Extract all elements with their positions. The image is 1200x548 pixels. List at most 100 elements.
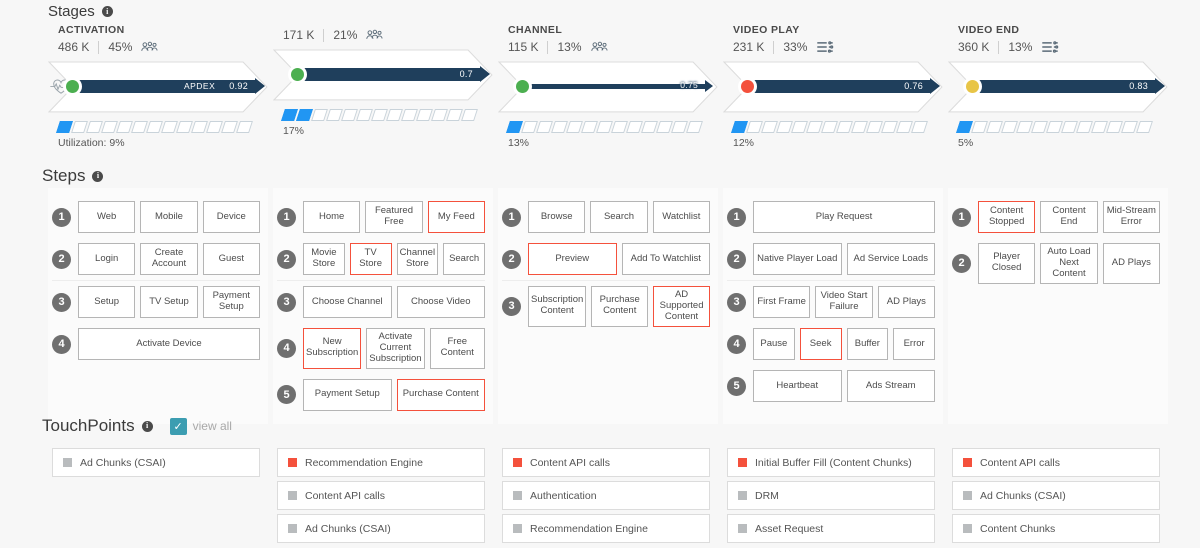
step-button[interactable]: Purchase Content — [396, 378, 485, 411]
step-button[interactable]: Seek — [799, 328, 842, 360]
touchpoint-status-swatch — [288, 491, 297, 500]
step-button-group: Subscription Content Purchase Content AD S… — [528, 286, 710, 327]
step-button[interactable]: Auto Load Next Content — [1040, 243, 1098, 284]
utilization-label: 13% — [508, 137, 530, 149]
stage-status-dot — [516, 79, 529, 93]
step-button[interactable]: Purchase Content — [591, 286, 649, 327]
step-button[interactable]: Heartbeat — [753, 370, 842, 402]
stage-apdex-chevron: APDEX 0.92 — [48, 61, 268, 113]
view-all-checkbox[interactable]: ✓ — [169, 417, 187, 435]
info-icon[interactable]: i — [101, 6, 113, 17]
apdex-bar: 0.83 — [976, 79, 1156, 93]
step-number: 1 — [952, 207, 971, 227]
touchpoint-item[interactable]: Content API calls — [502, 448, 710, 477]
step-button[interactable]: Search — [443, 243, 485, 275]
step-button[interactable]: Login — [78, 243, 136, 275]
touchpoint-item[interactable]: Recommendation Engine — [277, 448, 485, 477]
step-number: 4 — [52, 334, 71, 354]
stage-percent: 33% — [783, 40, 808, 54]
touchpoint-item[interactable]: Ad Chunks (CSAI) — [277, 514, 485, 543]
info-icon[interactable]: i — [141, 420, 153, 432]
step-button[interactable]: New Subscription — [303, 328, 362, 369]
touchpoints-panel-discovery: Recommendation Engine Content API calls … — [273, 448, 493, 543]
utilization-bars — [956, 121, 1168, 133]
step-row: 1 Home Featured Free My Feed — [277, 196, 485, 238]
touchpoint-status-swatch — [288, 524, 297, 533]
step-button[interactable]: Setup — [78, 286, 136, 318]
step-button[interactable]: Content Stopped — [978, 201, 1036, 233]
step-button[interactable]: Movie Store — [303, 243, 345, 275]
step-button[interactable]: My Feed — [427, 201, 485, 233]
step-button[interactable]: Choose Channel — [303, 286, 392, 318]
touchpoint-item[interactable]: Content API calls — [952, 448, 1160, 477]
step-button[interactable]: Mid-Stream Error — [1102, 201, 1160, 233]
apdex-row: 0.75 — [516, 78, 706, 94]
stage-apdex-chevron: 0.75 — [498, 61, 718, 113]
step-button[interactable]: Browse — [528, 201, 586, 233]
step-button[interactable]: AD Plays — [1102, 243, 1160, 284]
step-button[interactable]: Pause — [753, 328, 795, 360]
step-button[interactable]: Home — [303, 201, 361, 233]
touchpoint-label: Ad Chunks (CSAI) — [980, 489, 1066, 502]
touchpoint-item[interactable]: Content Chunks — [952, 514, 1160, 543]
stage-count: 231 K — [733, 40, 765, 54]
step-button[interactable]: Device — [202, 201, 260, 233]
step-button[interactable]: AD Supported Content — [653, 286, 710, 327]
step-button[interactable]: Play Request — [753, 201, 935, 233]
touchpoint-status-swatch — [963, 458, 972, 467]
step-button[interactable]: Create Account — [140, 243, 198, 275]
step-button[interactable]: Web — [78, 201, 136, 233]
step-button[interactable]: Guest — [202, 243, 260, 275]
step-button[interactable]: Payment Setup — [202, 286, 260, 318]
step-button[interactable]: Activate Device — [78, 328, 260, 360]
stage-metrics: 115 K 13% — [508, 40, 718, 54]
step-button[interactable]: TV Store — [349, 243, 392, 275]
step-button[interactable]: Native Player Load — [753, 243, 842, 275]
stage-percent: 21% — [333, 28, 358, 42]
touchpoint-item[interactable]: DRM — [727, 481, 935, 510]
step-button[interactable]: Free Content — [429, 328, 485, 369]
step-button[interactable]: Mobile — [140, 201, 198, 233]
touchpoint-item[interactable]: Asset Request — [727, 514, 935, 543]
touchpoint-item[interactable]: Ad Chunks (CSAI) — [952, 481, 1160, 510]
touchpoint-item[interactable]: Recommendation Engine — [502, 514, 710, 543]
touchpoint-item[interactable]: Initial Buffer Fill (Content Chunks) — [727, 448, 935, 477]
step-button[interactable]: Choose Video — [396, 286, 485, 318]
step-button[interactable]: Search — [590, 201, 648, 233]
touchpoint-status-swatch — [288, 458, 297, 467]
step-button[interactable]: Video Start Failure — [815, 286, 873, 318]
step-button[interactable]: Player Closed — [978, 243, 1036, 284]
step-button[interactable]: Payment Setup — [303, 378, 392, 411]
step-button[interactable]: Preview — [528, 243, 617, 275]
step-row: 4 Pause Seek Buffer Error — [727, 323, 935, 365]
step-button[interactable]: TV Setup — [140, 286, 198, 318]
touchpoint-label: Ad Chunks (CSAI) — [305, 522, 391, 535]
step-button-group: New Subscription Activate Current Subscri… — [303, 328, 485, 369]
touchpoint-item[interactable]: Content API calls — [277, 481, 485, 510]
utilization-meter: 12% — [723, 121, 943, 149]
step-button-group: Play Request — [753, 201, 935, 233]
step-row: 2 Preview Add To Watchlist — [502, 238, 710, 280]
step-button[interactable]: Channel Store — [396, 243, 439, 275]
step-button[interactable]: Watchlist — [652, 201, 710, 233]
step-button[interactable]: Featured Free — [365, 201, 423, 233]
touchpoint-item[interactable]: Ad Chunks (CSAI) — [52, 448, 260, 477]
step-button[interactable]: Add To Watchlist — [621, 243, 710, 275]
step-button[interactable]: Content End — [1040, 201, 1098, 233]
utilization-segment — [686, 121, 703, 133]
stage-card: ACTIVATION 486 K 45% APDEX 0.92 Utilizat… — [48, 24, 268, 149]
step-button[interactable]: Subscription Content — [528, 286, 587, 327]
view-all-control[interactable]: ✓ view all — [169, 417, 232, 435]
step-button[interactable]: First Frame — [753, 286, 811, 318]
touchpoints-section-title: TouchPoints i ✓ view all — [42, 416, 232, 436]
step-button[interactable]: Buffer — [846, 328, 889, 360]
step-button[interactable]: Activate Current Subscription — [366, 328, 425, 369]
step-button[interactable]: Ad Service Loads — [846, 243, 935, 275]
stage-percent: 45% — [108, 40, 133, 54]
touchpoint-item[interactable]: Authentication — [502, 481, 710, 510]
info-icon[interactable]: i — [92, 170, 104, 182]
step-button[interactable]: Error — [893, 328, 935, 360]
step-button[interactable]: Ads Stream — [846, 370, 935, 402]
touchpoint-label: Recommendation Engine — [305, 456, 423, 469]
step-button[interactable]: AD Plays — [877, 286, 935, 318]
